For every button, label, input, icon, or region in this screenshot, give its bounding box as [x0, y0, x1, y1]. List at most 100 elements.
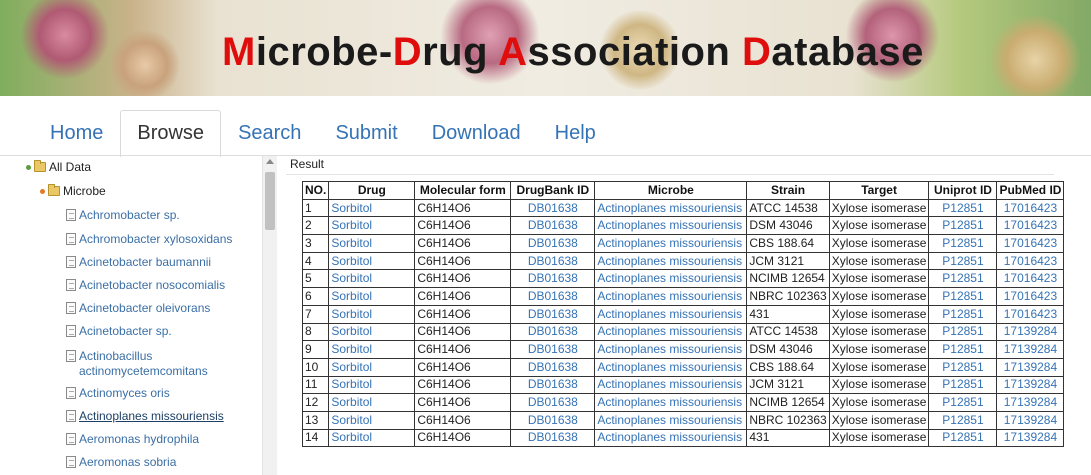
drugbank-link[interactable]: DB01638: [510, 322, 596, 342]
microbe-link[interactable]: Actinoplanes missouriensis: [594, 234, 748, 253]
pubmed-link[interactable]: 17139284: [996, 393, 1065, 412]
tree-leaf-item[interactable]: Acinetobacter sp.: [66, 324, 172, 339]
tree-leaf-item[interactable]: Actinomyces oris: [66, 386, 170, 401]
pubmed-link[interactable]: 17016423: [996, 234, 1065, 253]
pubmed-link[interactable]: 17139284: [996, 340, 1065, 359]
uniprot-link[interactable]: P12851: [928, 322, 998, 342]
tree-leaf-text: Acinetobacter baumannii: [79, 255, 212, 269]
microbe-link[interactable]: Actinoplanes missouriensis: [594, 375, 748, 395]
drugbank-link[interactable]: DB01638: [510, 357, 596, 377]
tree-leaf-item[interactable]: Achromobacter xylosoxidans: [66, 232, 232, 247]
tree-root-node[interactable]: All Data: [26, 160, 91, 174]
tab-submit[interactable]: Submit: [318, 110, 414, 156]
drug-link[interactable]: Sorbitol: [328, 287, 416, 306]
tab-home[interactable]: Home: [33, 110, 120, 156]
pubmed-link[interactable]: 17139284: [996, 428, 1065, 448]
microbe-link[interactable]: Actinoplanes missouriensis: [594, 340, 748, 359]
drug-link[interactable]: Sorbitol: [328, 410, 416, 430]
tree-leaf-item[interactable]: Acinetobacter nosocomialis: [66, 278, 225, 293]
uniprot-link[interactable]: P12851: [928, 375, 998, 395]
microbe-link[interactable]: Actinoplanes missouriensis: [594, 251, 748, 271]
scroll-up-arrow-icon[interactable]: [266, 159, 274, 164]
microbe-link[interactable]: Actinoplanes missouriensis: [594, 410, 748, 430]
sidebar-scrollbar[interactable]: [262, 156, 277, 475]
tree-leaf-item[interactable]: Aeromonas hydrophila: [66, 432, 199, 447]
drug-link[interactable]: Sorbitol: [328, 251, 416, 271]
microbe-link[interactable]: Actinoplanes missouriensis: [594, 269, 748, 289]
drug-link[interactable]: Sorbitol: [328, 340, 416, 359]
tree-leaf-item[interactable]: Actinobacillus actinomycetemcomitans: [66, 349, 208, 379]
pubmed-link[interactable]: 17016423: [996, 287, 1065, 306]
drugbank-link[interactable]: DB01638: [510, 393, 596, 412]
site-title: Microbe-Drug Association Database: [222, 30, 924, 74]
pubmed-link[interactable]: 17016423: [996, 304, 1065, 324]
drug-link[interactable]: Sorbitol: [328, 357, 416, 377]
microbe-link[interactable]: Actinoplanes missouriensis: [594, 393, 748, 412]
uniprot-link[interactable]: P12851: [928, 357, 998, 377]
drugbank-link[interactable]: DB01638: [510, 304, 596, 324]
tree-branch-microbe[interactable]: Microbe: [40, 184, 106, 198]
drugbank-link[interactable]: DB01638: [510, 428, 596, 448]
microbe-link[interactable]: Actinoplanes missouriensis: [594, 322, 748, 342]
pubmed-link[interactable]: 17016423: [996, 269, 1065, 289]
microbe-link[interactable]: Actinoplanes missouriensis: [594, 357, 748, 377]
drugbank-link[interactable]: DB01638: [510, 251, 596, 271]
pubmed-link[interactable]: 17139284: [996, 357, 1065, 377]
uniprot-link[interactable]: P12851: [928, 393, 998, 412]
table-cell: 431: [746, 304, 830, 324]
drug-link[interactable]: Sorbitol: [328, 393, 416, 412]
microbe-link[interactable]: Actinoplanes missouriensis: [594, 287, 748, 306]
pubmed-link[interactable]: 17139284: [996, 375, 1065, 395]
uniprot-link[interactable]: P12851: [928, 251, 998, 271]
table-row: 2 Sorbitol C6H14O6 DB01638 Actinoplanes miss…: [301, 216, 1065, 236]
microbe-link[interactable]: Actinoplanes missouriensis: [594, 304, 748, 324]
uniprot-link[interactable]: P12851: [928, 410, 998, 430]
tree-leaf-item[interactable]: Achromobacter sp.: [66, 208, 180, 223]
drug-link[interactable]: Sorbitol: [328, 304, 416, 324]
microbe-link[interactable]: Actinoplanes missouriensis: [594, 216, 748, 236]
drugbank-link[interactable]: DB01638: [510, 287, 596, 306]
drugbank-link[interactable]: DB01638: [510, 198, 596, 218]
table-row: 9 Sorbitol C6H14O6 DB01638 Actinoplanes miss…: [301, 340, 1065, 359]
drugbank-link[interactable]: DB01638: [510, 340, 596, 359]
table-cell: NCIMB 12654: [746, 393, 830, 412]
pubmed-link[interactable]: 17016423: [996, 198, 1065, 218]
drugbank-link[interactable]: DB01638: [510, 410, 596, 430]
pubmed-link[interactable]: 17016423: [996, 216, 1065, 236]
tree-leaf-item[interactable]: Acinetobacter oleivorans: [66, 301, 210, 316]
drug-link[interactable]: Sorbitol: [328, 375, 416, 395]
scroll-thumb[interactable]: [265, 172, 275, 230]
drug-link[interactable]: Sorbitol: [328, 428, 416, 448]
drugbank-link[interactable]: DB01638: [510, 234, 596, 253]
uniprot-link[interactable]: P12851: [928, 304, 998, 324]
drug-link[interactable]: Sorbitol: [328, 322, 416, 342]
microbe-link[interactable]: Actinoplanes missouriensis: [594, 198, 748, 218]
drugbank-link[interactable]: DB01638: [510, 375, 596, 395]
uniprot-link[interactable]: P12851: [928, 234, 998, 253]
uniprot-link[interactable]: P12851: [928, 269, 998, 289]
drug-link[interactable]: Sorbitol: [328, 216, 416, 236]
drug-link[interactable]: Sorbitol: [328, 234, 416, 253]
uniprot-link[interactable]: P12851: [928, 340, 998, 359]
tab-help[interactable]: Help: [538, 110, 613, 156]
table-cell: 13: [301, 410, 330, 430]
uniprot-link[interactable]: P12851: [928, 198, 998, 218]
pubmed-link[interactable]: 17139284: [996, 322, 1065, 342]
tree-leaf-item[interactable]: Actinoplanes missouriensis: [66, 409, 224, 424]
uniprot-link[interactable]: P12851: [928, 428, 998, 448]
drugbank-link[interactable]: DB01638: [510, 269, 596, 289]
uniprot-link[interactable]: P12851: [928, 216, 998, 236]
table-cell: Xylose isomerase: [828, 198, 930, 218]
tree-leaf-item[interactable]: Aeromonas sobria: [66, 455, 176, 470]
tab-download[interactable]: Download: [415, 110, 538, 156]
tree-leaf-item[interactable]: Acinetobacter baumannii: [66, 255, 211, 270]
tab-search[interactable]: Search: [221, 110, 318, 156]
pubmed-link[interactable]: 17139284: [996, 410, 1065, 430]
microbe-link[interactable]: Actinoplanes missouriensis: [594, 428, 748, 448]
drug-link[interactable]: Sorbitol: [328, 198, 416, 218]
pubmed-link[interactable]: 17016423: [996, 251, 1065, 271]
tab-browse[interactable]: Browse: [120, 110, 222, 157]
drug-link[interactable]: Sorbitol: [328, 269, 416, 289]
drugbank-link[interactable]: DB01638: [510, 216, 596, 236]
uniprot-link[interactable]: P12851: [928, 287, 998, 306]
